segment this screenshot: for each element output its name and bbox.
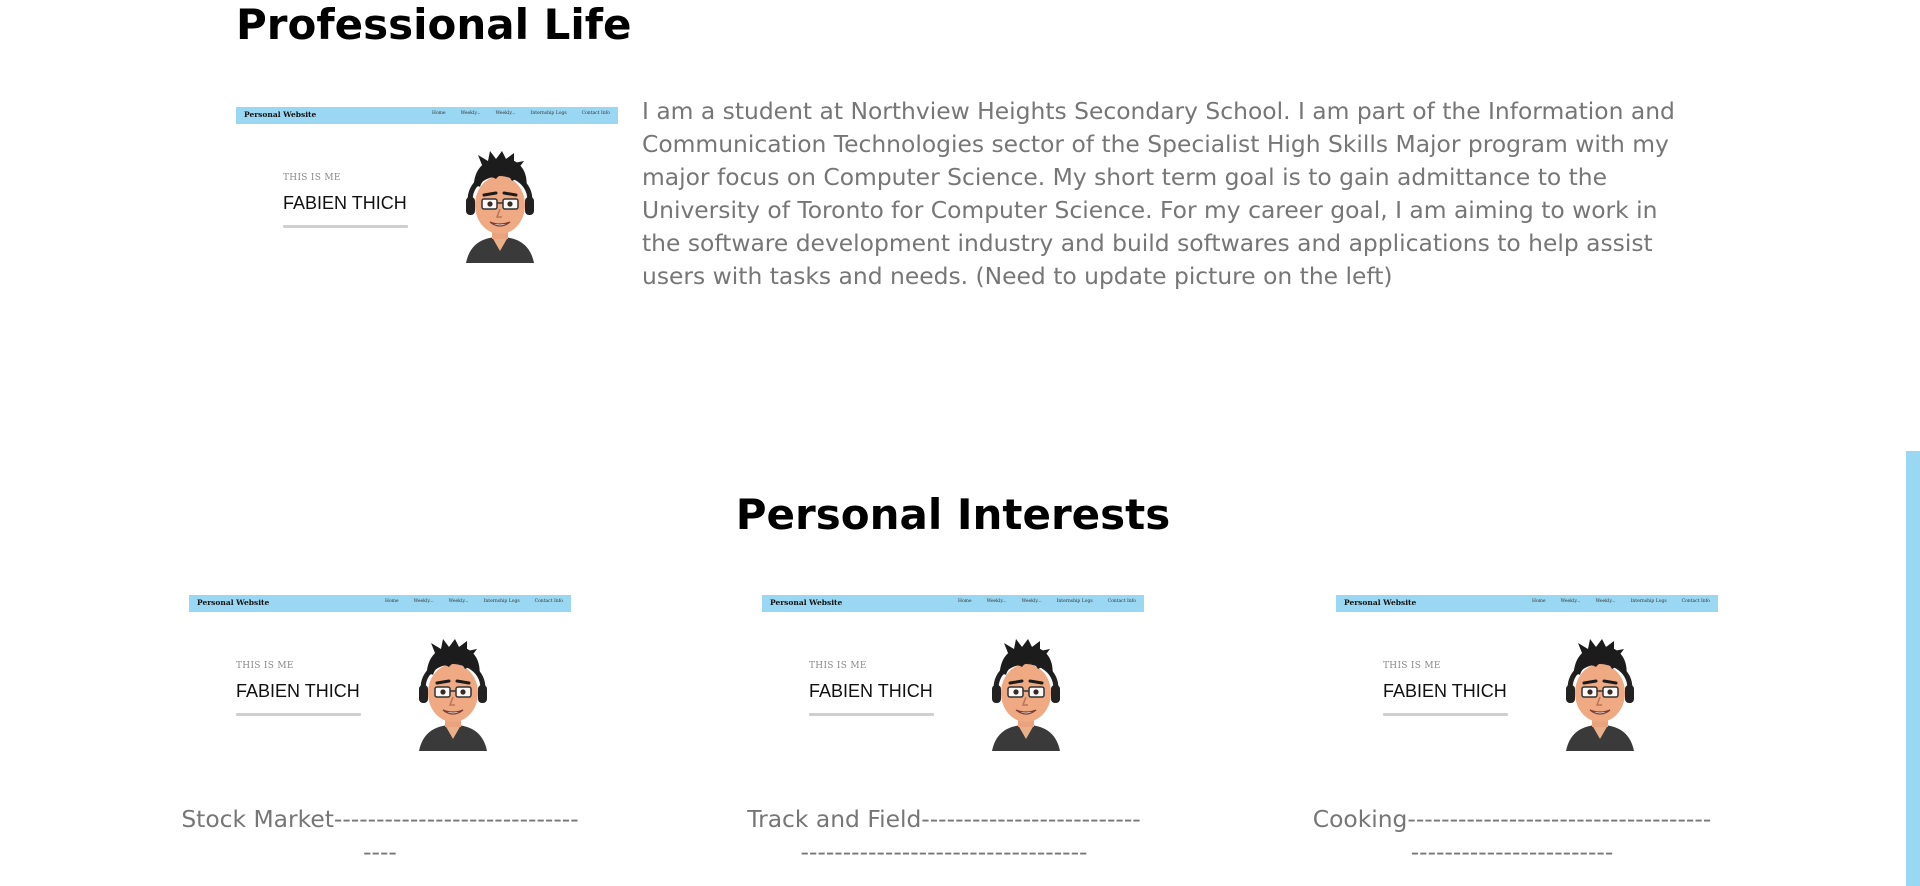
thumb-subtitle: THIS IS ME: [236, 661, 294, 671]
thumb-name: FABIEN THICH: [236, 681, 360, 701]
thumb-nav-item: Internship Logs: [530, 111, 567, 116]
thumb-brand: Personal Website: [770, 598, 843, 607]
interest-thumbnail-track-and-field: Personal Website Home Weekly... Weekly... I…: [762, 595, 1144, 770]
thumb-description-line: [809, 713, 934, 716]
thumb-nav-item: Weekly...: [413, 599, 434, 604]
thumb-subtitle: THIS IS ME: [283, 173, 341, 183]
interest-thumbnail-stock-market: Personal Website Home Weekly... Weekly... I…: [189, 595, 571, 770]
thumb-nav-item: Internship Logs: [1056, 599, 1093, 604]
avatar-icon: [456, 151, 544, 263]
thumb-nav: Home Weekly... Weekly... Internship Logs Con…: [958, 599, 1136, 604]
professional-website-thumbnail: Personal Website Home Weekly... Weekly... I…: [236, 107, 618, 282]
interest-caption-stock-market: Stock Market----------------------------…: [181, 805, 579, 866]
thumb-navbar: Personal Website Home Weekly... Weekly... I…: [236, 107, 618, 124]
thumb-nav-item: Home: [1532, 599, 1546, 604]
thumb-name: FABIEN THICH: [809, 681, 933, 701]
thumb-brand: Personal Website: [1344, 598, 1417, 607]
thumb-nav: Home Weekly... Weekly... Internship Logs Con…: [385, 599, 563, 604]
thumb-name: FABIEN THICH: [1383, 681, 1507, 701]
thumb-nav-item: Internship Logs: [1630, 599, 1667, 604]
thumb-brand: Personal Website: [197, 598, 270, 607]
thumb-nav-item: Internship Logs: [483, 599, 520, 604]
thumb-nav-item: Home: [385, 599, 399, 604]
thumb-description-line: [236, 713, 361, 716]
avatar-icon: [409, 639, 497, 751]
professional-life-paragraph: I am a student at Northview Heights Seco…: [642, 97, 1675, 290]
thumb-nav-item: Contact Info: [581, 111, 610, 116]
thumb-nav-item: Weekly...: [1560, 599, 1581, 604]
thumb-navbar: Personal Website Home Weekly... Weekly... I…: [189, 595, 571, 612]
thumb-navbar: Personal Website Home Weekly... Weekly... I…: [1336, 595, 1718, 612]
thumb-nav-item: Contact Info: [1681, 599, 1710, 604]
avatar-icon: [1556, 639, 1644, 751]
thumb-nav-item: Contact Info: [1107, 599, 1136, 604]
scrollbar-accent[interactable]: [1906, 451, 1920, 886]
thumb-nav: Home Weekly... Weekly... Internship Logs Con…: [432, 111, 610, 116]
interest-caption-cooking: Cooking---------------------------------…: [1312, 805, 1712, 866]
thumb-nav-item: Home: [958, 599, 972, 604]
thumb-nav-item: Weekly...: [1021, 599, 1042, 604]
thumb-nav-item: Weekly...: [460, 111, 481, 116]
thumb-description-line: [1383, 713, 1508, 716]
personal-interests-heading: Personal Interests: [735, 490, 1171, 539]
thumb-subtitle: THIS IS ME: [809, 661, 867, 671]
thumb-description-line: [283, 225, 408, 228]
interest-caption-track-and-field: Track and Field-------------------------…: [747, 805, 1141, 866]
thumb-nav-item: Weekly...: [1595, 599, 1616, 604]
interest-thumbnail-cooking: Personal Website Home Weekly... Weekly... I…: [1336, 595, 1718, 770]
thumb-subtitle: THIS IS ME: [1383, 661, 1441, 671]
thumb-navbar: Personal Website Home Weekly... Weekly... I…: [762, 595, 1144, 612]
thumb-name: FABIEN THICH: [283, 193, 407, 213]
page: Professional Life Personal Website Home W…: [0, 0, 1920, 886]
thumb-nav: Home Weekly... Weekly... Internship Logs Con…: [1532, 599, 1710, 604]
professional-life-heading: Professional Life: [236, 0, 632, 49]
thumb-nav-item: Weekly...: [986, 599, 1007, 604]
thumb-brand: Personal Website: [244, 110, 317, 119]
avatar-icon: [982, 639, 1070, 751]
thumb-nav-item: Weekly...: [495, 111, 516, 116]
thumb-nav-item: Weekly...: [448, 599, 469, 604]
thumb-nav-item: Home: [432, 111, 446, 116]
thumb-nav-item: Contact Info: [534, 599, 563, 604]
